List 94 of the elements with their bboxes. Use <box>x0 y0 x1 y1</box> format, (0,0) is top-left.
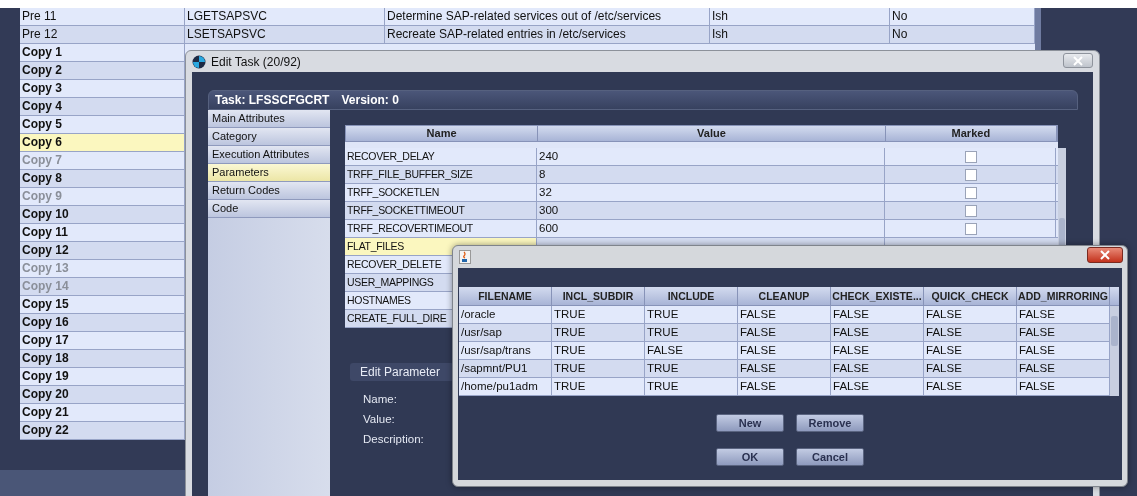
table-cell: Determine SAP-related services out of /etc/services <box>385 8 710 25</box>
table-row[interactable]: TRFF_RECOVERTIMEOUT 600 <box>345 220 1058 238</box>
table-row[interactable]: Pre 11 LGETSAPSVC Determine SAP-related services out of /etc/services Ish No <box>20 8 1035 26</box>
table-cell: TRUE <box>645 324 738 341</box>
table-cell: FALSE <box>738 342 831 359</box>
table-cell: Pre 12 <box>20 26 185 43</box>
close-icon <box>1073 55 1083 66</box>
table-row[interactable]: RECOVER_DELAY 240 <box>345 148 1058 166</box>
table-cell: TRUE <box>552 342 645 359</box>
dialog-button[interactable]: Cancel <box>796 448 864 466</box>
table-cell: Ish <box>710 8 890 25</box>
table-cell: 8 <box>537 166 885 183</box>
table-cell: FALSE <box>831 360 924 377</box>
nav-item[interactable]: Return Codes <box>208 182 330 200</box>
table-cell: /usr/sap/trans <box>459 342 552 359</box>
table-row[interactable]: TRFF_SOCKETLEN 32 <box>345 184 1058 202</box>
table-cell: TRUE <box>552 324 645 341</box>
column-header[interactable]: INCLUDE <box>645 287 738 305</box>
column-header[interactable]: Name <box>346 126 539 141</box>
table-cell: RECOVER_DELAY <box>345 148 537 165</box>
table-cell: Recreate SAP-related entries in /etc/services <box>385 26 710 43</box>
table-cell: FALSE <box>924 324 1017 341</box>
checkbox[interactable] <box>965 186 977 199</box>
column-header[interactable]: CHECK_EXISTE... <box>831 287 924 305</box>
nav-item[interactable]: Main Attributes <box>208 110 330 128</box>
table-row[interactable]: TRFF_SOCKETTIMEOUT 300 <box>345 202 1058 220</box>
table-cell: No <box>890 8 1035 25</box>
table-cell: FALSE <box>738 378 831 395</box>
column-header[interactable]: CLEANUP <box>738 287 831 305</box>
field-label: Value: <box>363 413 395 425</box>
table-cell: FALSE <box>924 306 1017 323</box>
window-title: Edit Task (20/92) <box>211 54 301 69</box>
table-cell: TRUE <box>552 378 645 395</box>
table-cell: FALSE <box>831 306 924 323</box>
table-cell: TRFF_RECOVERTIMEOUT <box>345 220 537 237</box>
table-cell: TRUE <box>645 306 738 323</box>
table-cell: FALSE <box>831 324 924 341</box>
table-row[interactable]: Pre 12 LSETSAPSVC Recreate SAP-related entries in /etc/services Ish No <box>20 26 1035 44</box>
checkbox[interactable] <box>965 222 977 235</box>
column-header[interactable]: Marked <box>885 126 1057 141</box>
close-button[interactable] <box>1087 247 1123 263</box>
column-header[interactable]: Value <box>538 126 886 141</box>
field-label: Description: <box>363 433 424 445</box>
checkbox[interactable] <box>965 150 977 163</box>
table-cell: TRUE <box>645 360 738 377</box>
table-cell: /oracle <box>459 306 552 323</box>
cup-icon <box>459 250 471 264</box>
action-button[interactable]: Remove <box>796 414 864 432</box>
version-label: Version: 0 <box>341 93 399 107</box>
table-cell: FALSE <box>738 360 831 377</box>
table-cell: No <box>890 26 1035 43</box>
table-cell: LGETSAPSVC <box>185 8 385 25</box>
nav-item[interactable]: Code <box>208 200 330 218</box>
app-icon <box>192 54 206 69</box>
nav-item[interactable]: Execution Attributes <box>208 146 330 164</box>
table-cell: 32 <box>537 184 885 201</box>
column-header[interactable]: FILENAME <box>459 287 552 305</box>
column-header[interactable]: QUICK_CHECK <box>924 287 1017 305</box>
table-cell: 600 <box>537 220 885 237</box>
table-cell: Pre 11 <box>20 8 185 25</box>
table-cell: /home/pu1adm <box>459 378 552 395</box>
table-cell: TRUE <box>645 378 738 395</box>
column-header[interactable]: INCL_SUBDIR <box>552 287 645 305</box>
table-cell: FALSE <box>924 360 1017 377</box>
action-button[interactable]: New <box>716 414 784 432</box>
table-cell: LSETSAPSVC <box>185 26 385 43</box>
table-cell: FALSE <box>924 378 1017 395</box>
table-cell: 300 <box>537 202 885 219</box>
field-label: Name: <box>363 393 397 405</box>
scrollbar[interactable] <box>1110 306 1119 396</box>
table-cell: Ish <box>710 26 890 43</box>
close-icon <box>1100 250 1110 260</box>
nav-item[interactable]: Parameters <box>208 164 330 182</box>
task-label: Task: LFSSCFGCRT <box>215 93 330 107</box>
table-cell: /usr/sap <box>459 324 552 341</box>
table-cell: TRFF_SOCKETTIMEOUT <box>345 202 537 219</box>
table-row[interactable]: TRFF_FILE_BUFFER_SIZE 8 <box>345 166 1058 184</box>
table-cell: FALSE <box>738 324 831 341</box>
table-cell: FALSE <box>924 342 1017 359</box>
table-cell: TRFF_SOCKETLEN <box>345 184 537 201</box>
table-cell: TRUE <box>552 306 645 323</box>
table-cell: FALSE <box>738 306 831 323</box>
dialog-button[interactable]: OK <box>716 448 784 466</box>
table-cell: FALSE <box>645 342 738 359</box>
table-cell: FALSE <box>831 378 924 395</box>
checkbox[interactable] <box>965 204 977 217</box>
table-cell: /sapmnt/PU1 <box>459 360 552 377</box>
checkbox[interactable] <box>965 168 977 181</box>
table-cell: FALSE <box>831 342 924 359</box>
table-cell: TRFF_FILE_BUFFER_SIZE <box>345 166 537 183</box>
nav-item[interactable]: Category <box>208 128 330 146</box>
table-cell: 240 <box>537 148 885 165</box>
table-cell: TRUE <box>552 360 645 377</box>
column-header[interactable]: ADD_MIRRORING <box>1017 287 1110 305</box>
